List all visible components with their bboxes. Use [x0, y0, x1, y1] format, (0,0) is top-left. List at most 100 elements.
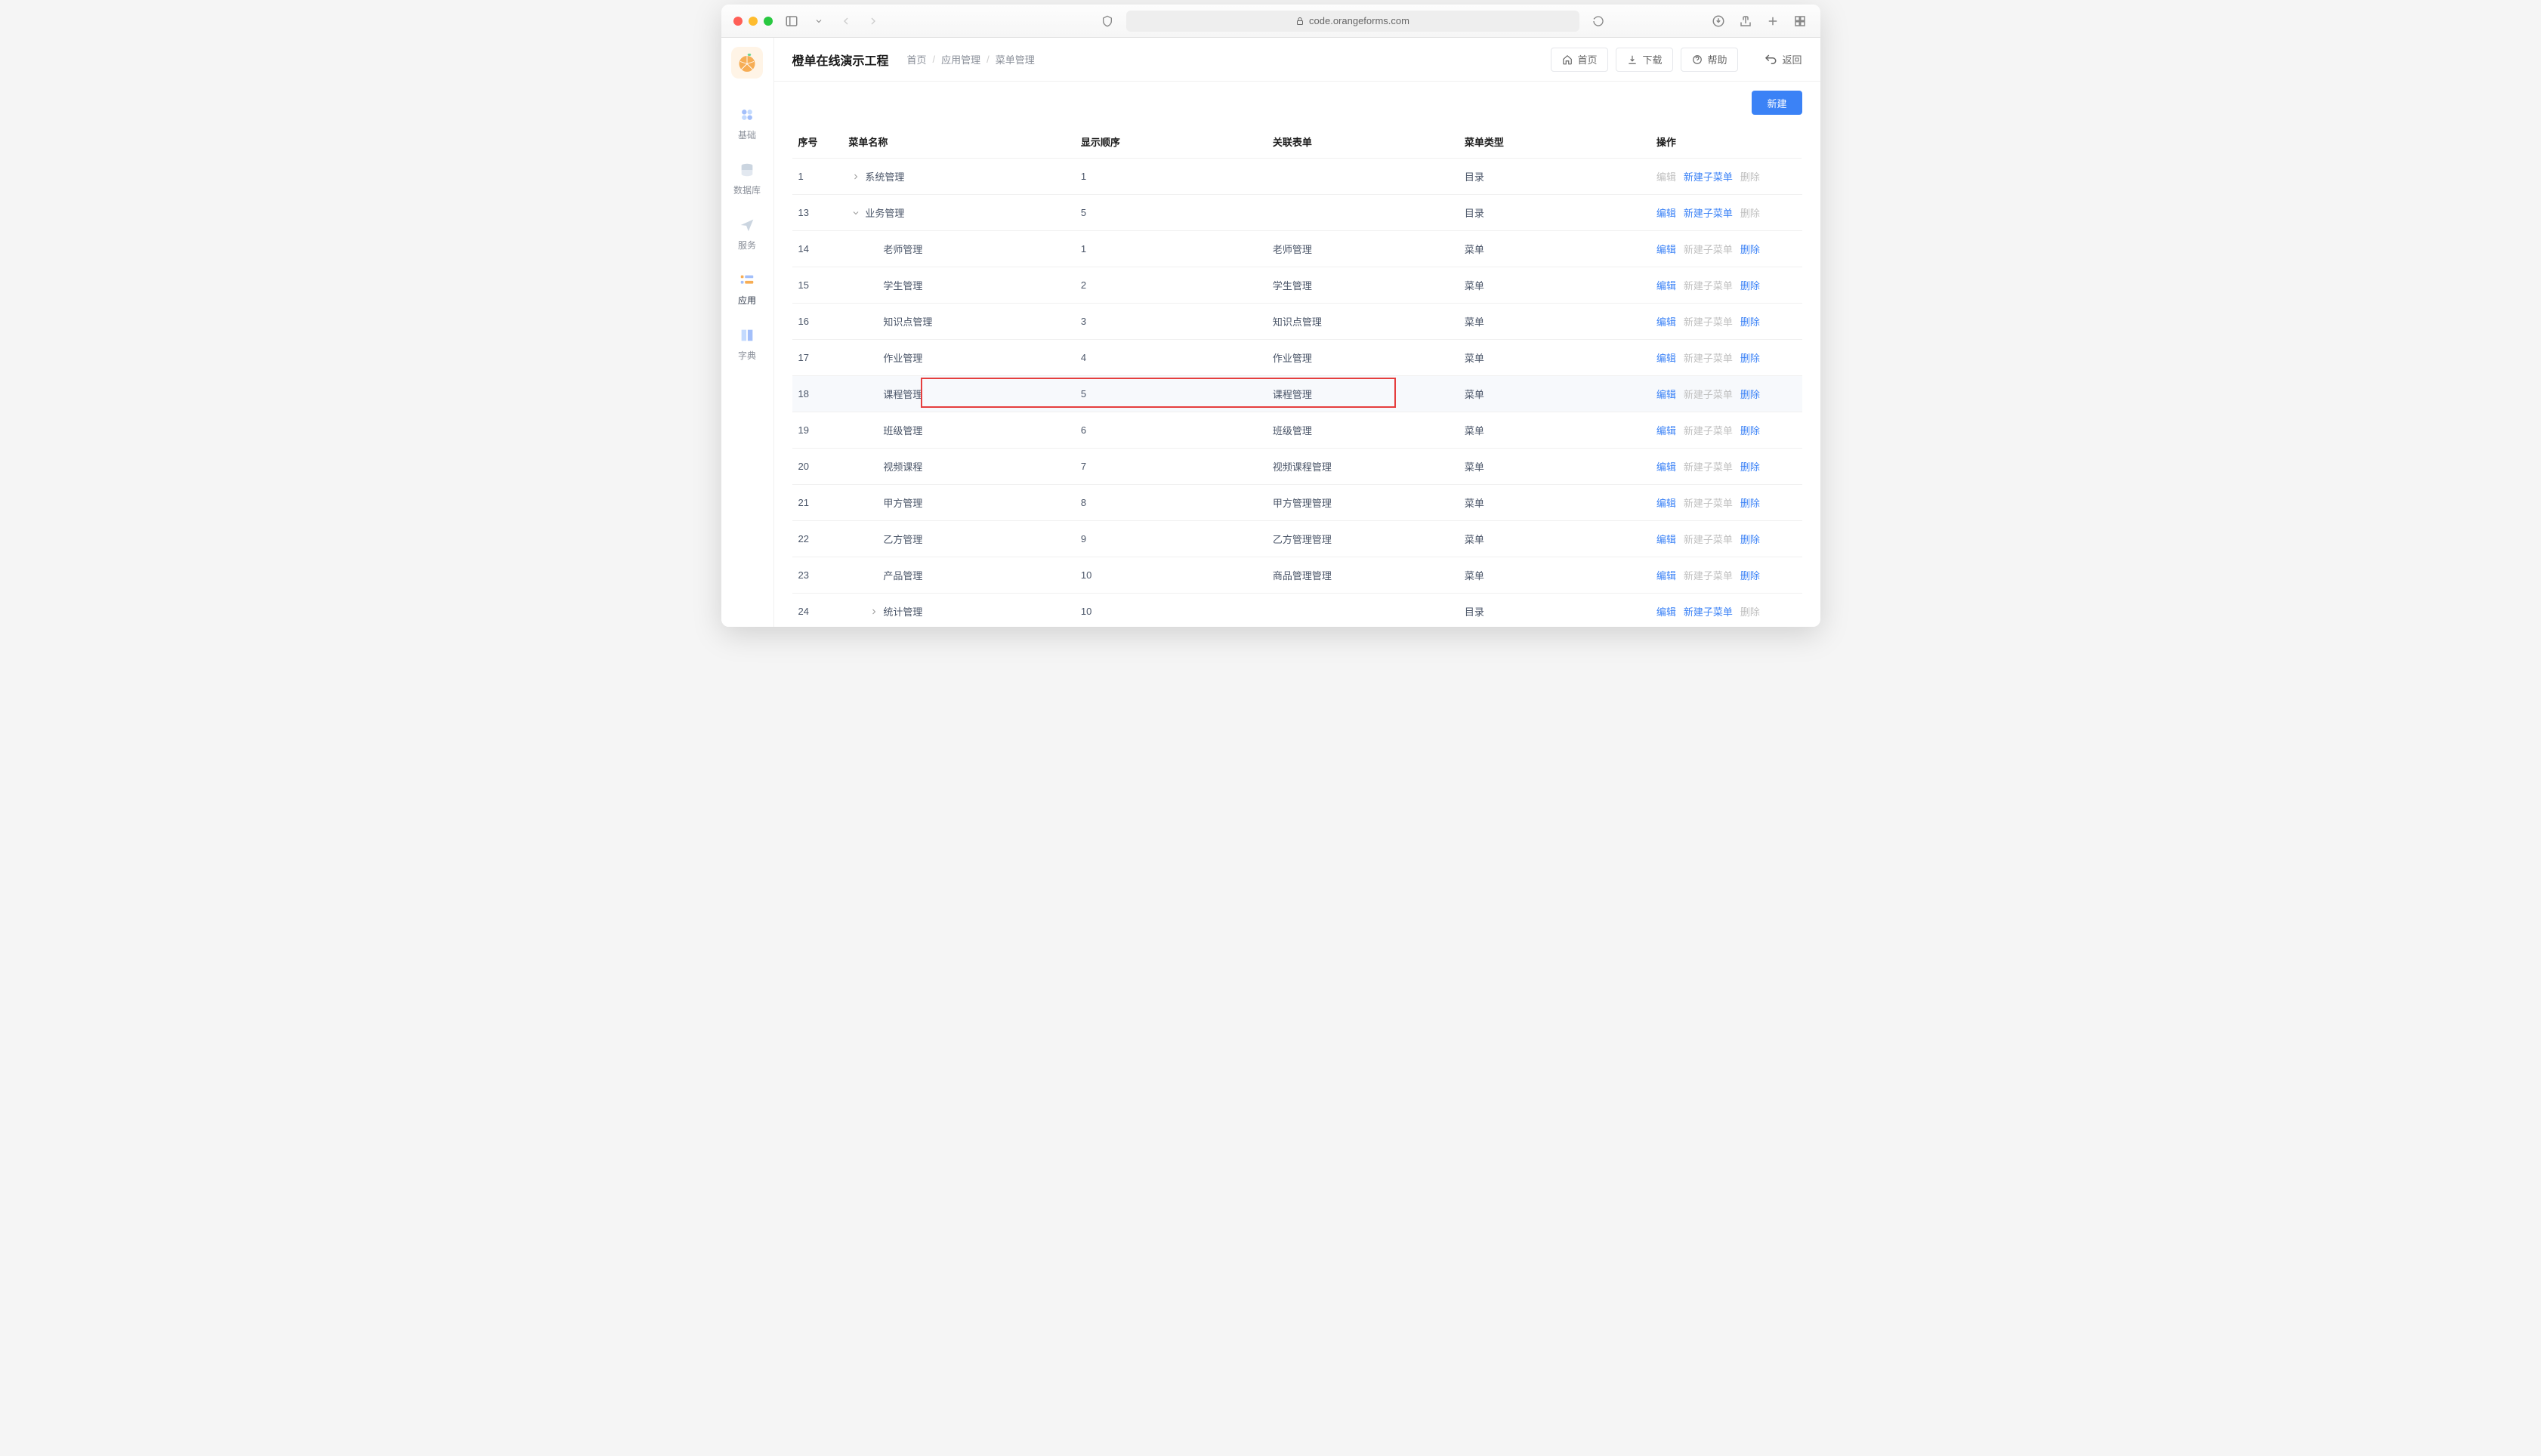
list-icon	[736, 270, 758, 291]
back-button[interactable]: 返回	[1764, 52, 1802, 66]
delete-link[interactable]: 删除	[1740, 495, 1760, 510]
sidebar-item-basic[interactable]: 基础	[721, 97, 773, 152]
menu-name-text: 作业管理	[883, 350, 922, 365]
delete-link[interactable]: 删除	[1740, 314, 1760, 329]
cell-actions: 编辑新建子菜单删除	[1650, 412, 1802, 449]
chevron-down-icon[interactable]	[810, 13, 827, 29]
cell-name: 甲方管理	[842, 485, 1075, 521]
delete-link[interactable]: 删除	[1740, 278, 1760, 292]
chevron-right-icon[interactable]	[851, 172, 862, 181]
back-icon[interactable]	[838, 13, 854, 29]
cell-form: 班级管理	[1267, 412, 1459, 449]
help-button[interactable]: 帮助	[1681, 48, 1738, 72]
cell-actions: 编辑新建子菜单删除	[1650, 376, 1802, 412]
cell-actions: 编辑新建子菜单删除	[1650, 159, 1802, 195]
breadcrumb-home[interactable]: 首页	[907, 52, 927, 66]
delete-link[interactable]: 删除	[1740, 532, 1760, 546]
add-child-link: 新建子菜单	[1684, 278, 1733, 292]
cell-actions: 编辑新建子菜单删除	[1650, 267, 1802, 304]
edit-link[interactable]: 编辑	[1656, 242, 1676, 256]
shield-icon[interactable]	[1099, 13, 1116, 29]
lock-icon	[1295, 17, 1304, 26]
th-order: 显示顺序	[1075, 125, 1267, 159]
browser-toolbar: code.orangeforms.com	[721, 5, 1820, 38]
address-bar[interactable]: code.orangeforms.com	[1126, 11, 1579, 32]
chevron-right-icon[interactable]	[869, 607, 880, 616]
delete-link[interactable]: 删除	[1740, 350, 1760, 365]
add-child-link: 新建子菜单	[1684, 350, 1733, 365]
cell-seq: 23	[792, 557, 843, 594]
cell-name: 作业管理	[842, 340, 1075, 376]
share-icon[interactable]	[1737, 13, 1754, 29]
cell-seq: 14	[792, 231, 843, 267]
cell-order: 7	[1075, 449, 1267, 485]
reload-icon[interactable]	[1590, 13, 1607, 29]
new-tab-icon[interactable]	[1764, 13, 1781, 29]
cell-form	[1267, 159, 1459, 195]
edit-link[interactable]: 编辑	[1656, 568, 1676, 582]
chevron-down-icon[interactable]	[851, 208, 862, 217]
edit-link[interactable]: 编辑	[1656, 387, 1676, 401]
cell-form: 视频课程管理	[1267, 449, 1459, 485]
sidebar: 基础 数据库 服务 应用 字典	[721, 38, 774, 627]
edit-link[interactable]: 编辑	[1656, 205, 1676, 220]
breadcrumb-app[interactable]: 应用管理	[941, 52, 980, 66]
edit-link[interactable]: 编辑	[1656, 314, 1676, 329]
new-button[interactable]: 新建	[1752, 91, 1802, 115]
cell-actions: 编辑新建子菜单删除	[1650, 304, 1802, 340]
edit-link[interactable]: 编辑	[1656, 423, 1676, 437]
minimize-window-icon[interactable]	[749, 17, 758, 26]
table-row: 17作业管理4作业管理菜单编辑新建子菜单删除	[792, 340, 1802, 376]
edit-link[interactable]: 编辑	[1656, 604, 1676, 618]
forward-icon[interactable]	[865, 13, 881, 29]
sidebar-item-app[interactable]: 应用	[721, 262, 773, 317]
edit-link[interactable]: 编辑	[1656, 532, 1676, 546]
edit-link[interactable]: 编辑	[1656, 495, 1676, 510]
topbar: 橙单在线演示工程 首页 / 应用管理 / 菜单管理 首页 下载	[774, 38, 1820, 82]
table-row: 19班级管理6班级管理菜单编辑新建子菜单删除	[792, 412, 1802, 449]
cell-actions: 编辑新建子菜单删除	[1650, 231, 1802, 267]
cell-order: 10	[1075, 557, 1267, 594]
download-icon[interactable]	[1710, 13, 1727, 29]
sidebar-label: 基础	[738, 128, 756, 141]
delete-link[interactable]: 删除	[1740, 459, 1760, 474]
cell-form	[1267, 594, 1459, 628]
delete-link[interactable]: 删除	[1740, 423, 1760, 437]
menu-name-text: 乙方管理	[883, 532, 922, 546]
maximize-window-icon[interactable]	[764, 17, 773, 26]
delete-link[interactable]: 删除	[1740, 387, 1760, 401]
download-button[interactable]: 下载	[1616, 48, 1673, 72]
cell-order: 4	[1075, 340, 1267, 376]
cell-form: 作业管理	[1267, 340, 1459, 376]
close-window-icon[interactable]	[733, 17, 743, 26]
sidebar-item-service[interactable]: 服务	[721, 207, 773, 262]
add-child-link: 新建子菜单	[1684, 459, 1733, 474]
menu-name-text: 老师管理	[883, 242, 922, 256]
edit-link[interactable]: 编辑	[1656, 350, 1676, 365]
add-child-link[interactable]: 新建子菜单	[1684, 169, 1733, 184]
add-child-link: 新建子菜单	[1684, 495, 1733, 510]
table-row: 21甲方管理8甲方管理管理菜单编辑新建子菜单删除	[792, 485, 1802, 521]
sidebar-item-dictionary[interactable]: 字典	[721, 317, 773, 372]
edit-link[interactable]: 编辑	[1656, 278, 1676, 292]
sidebar-toggle-icon[interactable]	[783, 13, 800, 29]
cell-type: 菜单	[1459, 267, 1650, 304]
cell-form: 老师管理	[1267, 231, 1459, 267]
tabs-icon[interactable]	[1792, 13, 1808, 29]
app-logo[interactable]	[731, 47, 763, 79]
add-child-link: 新建子菜单	[1684, 423, 1733, 437]
cell-type: 菜单	[1459, 231, 1650, 267]
home-button[interactable]: 首页	[1551, 48, 1608, 72]
edit-link[interactable]: 编辑	[1656, 459, 1676, 474]
delete-link[interactable]: 删除	[1740, 242, 1760, 256]
add-child-link[interactable]: 新建子菜单	[1684, 205, 1733, 220]
add-child-link: 新建子菜单	[1684, 532, 1733, 546]
cell-name: 视频课程	[842, 449, 1075, 485]
sidebar-item-database[interactable]: 数据库	[721, 152, 773, 207]
cell-type: 目录	[1459, 594, 1650, 628]
cell-order: 6	[1075, 412, 1267, 449]
menu-table[interactable]: 序号 菜单名称 显示顺序 关联表单 菜单类型 操作 1系统管理1目录编辑新建子菜…	[792, 125, 1802, 627]
delete-link[interactable]: 删除	[1740, 568, 1760, 582]
add-child-link[interactable]: 新建子菜单	[1684, 604, 1733, 618]
cell-name: 课程管理	[842, 376, 1075, 412]
